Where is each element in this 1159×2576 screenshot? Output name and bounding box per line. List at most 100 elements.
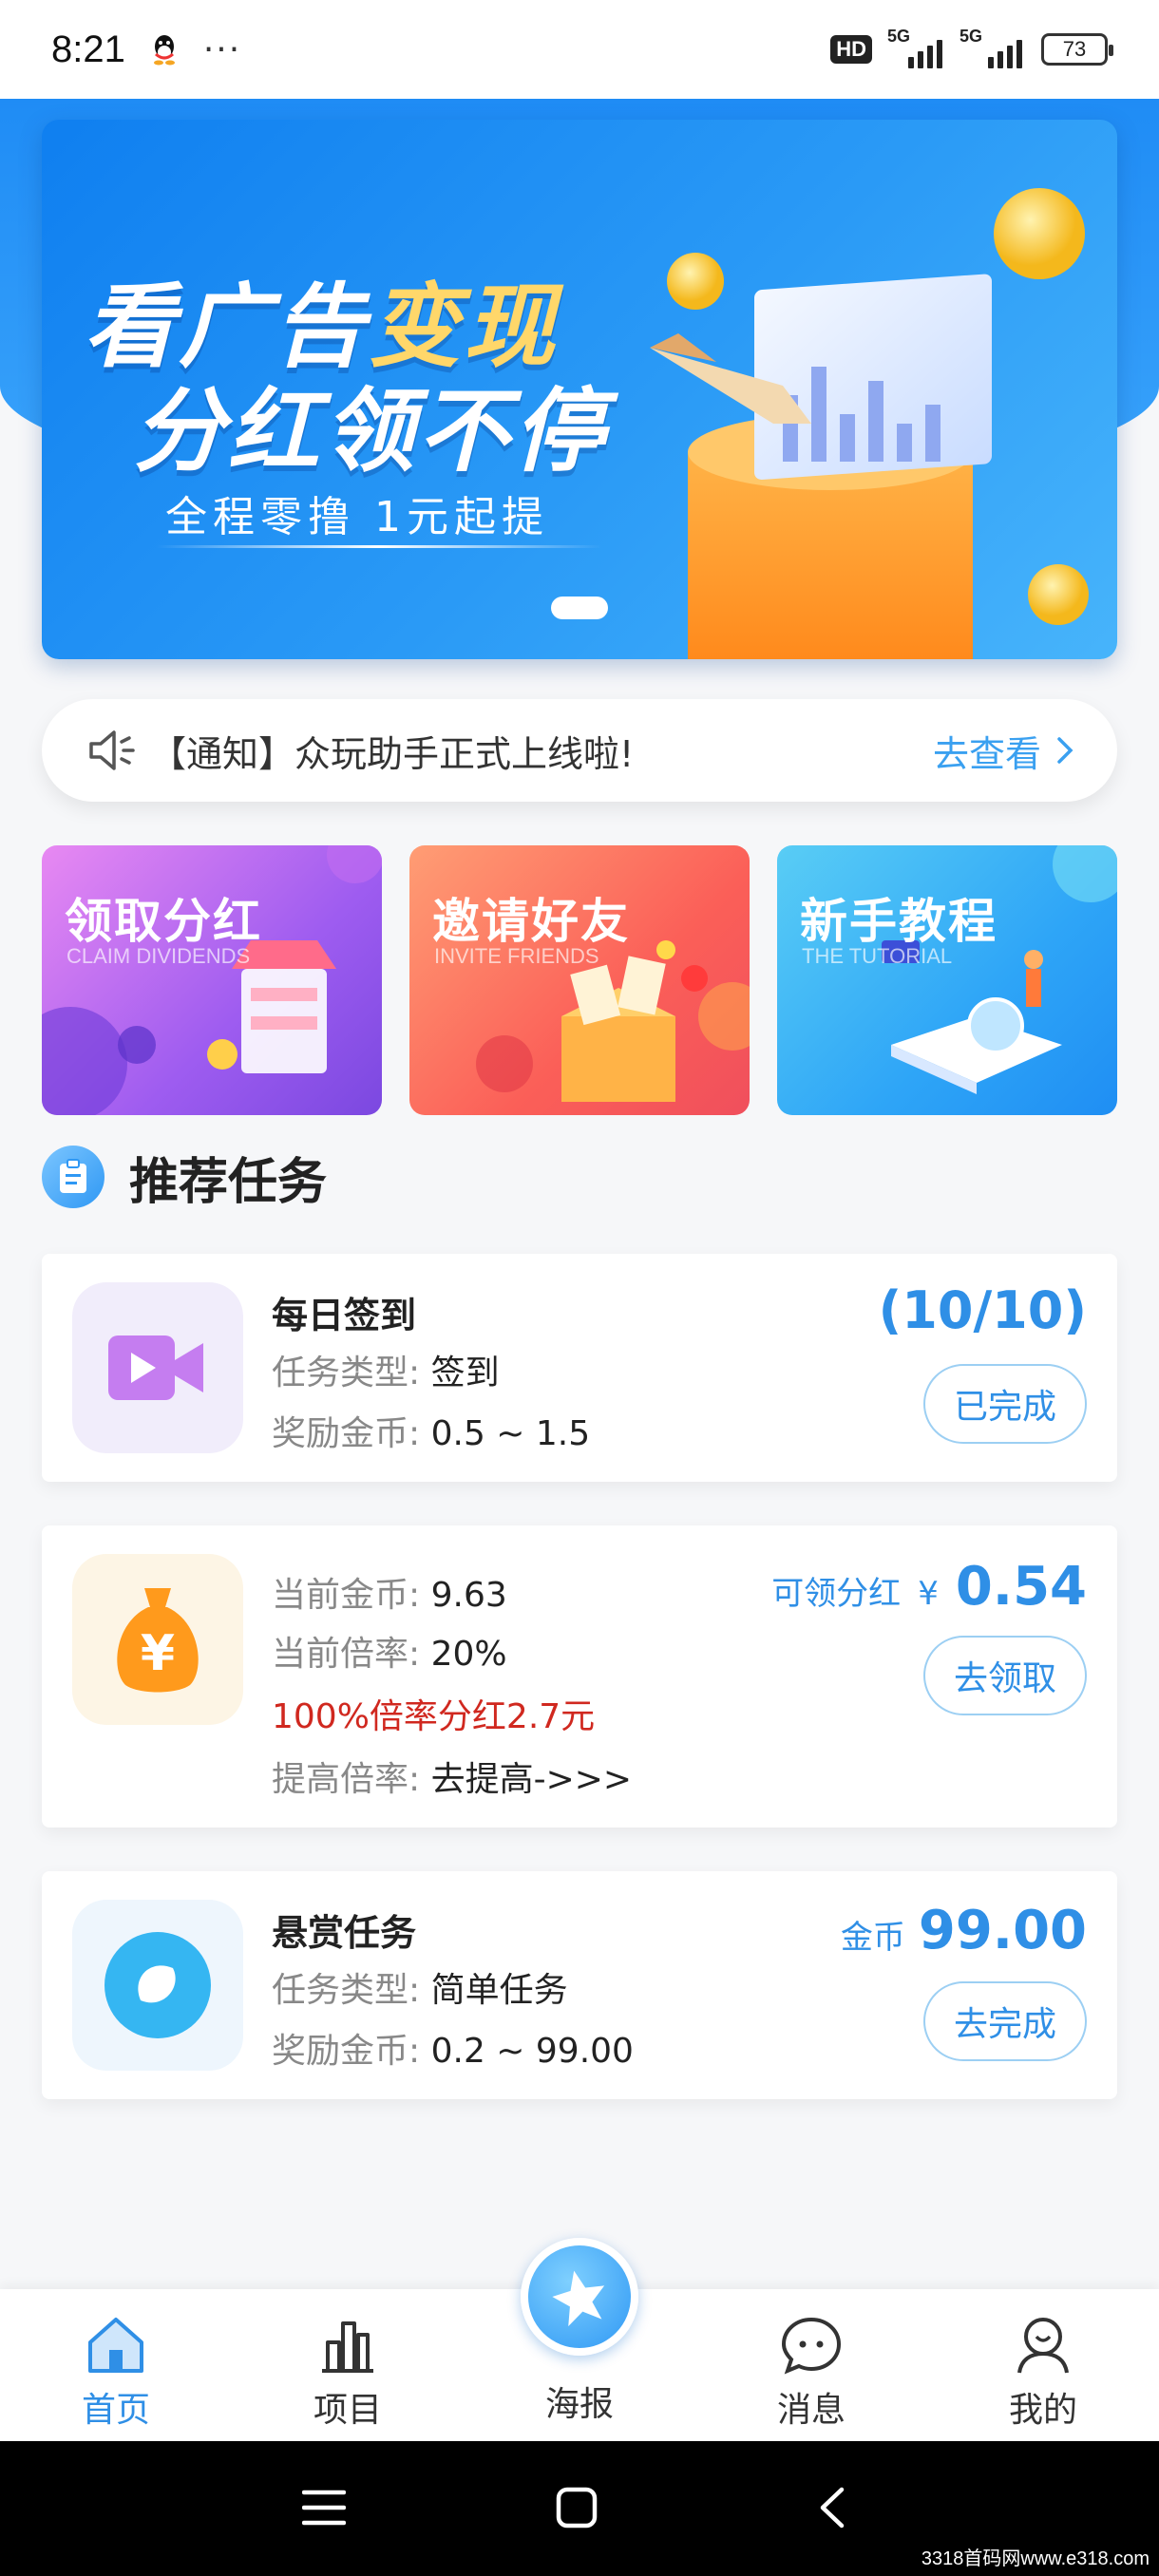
status-time: 8:21 (51, 28, 125, 70)
menu-button[interactable] (291, 2479, 357, 2536)
rate-value: 20% (430, 1635, 507, 1674)
rate-label: 当前倍率: (272, 1635, 421, 1674)
banner-pagination-dot[interactable] (551, 597, 608, 619)
boost-rate-row[interactable]: 提高倍率: 去提高->>> (272, 1752, 632, 1801)
coin-value: 99.00 (918, 1900, 1087, 1961)
banner-title-line2: 分红领不停 (133, 378, 608, 484)
nav-label: 首页 (81, 2391, 150, 2430)
feature-subtitle: INVITE FRIENDS (434, 944, 599, 968)
nav-label: 消息 (776, 2391, 846, 2430)
task-type-row: 任务类型: 签到 (272, 1345, 500, 1394)
status-bar: 8:21 ··· HD 5G 5G 73 (0, 0, 1159, 99)
task-type-label: 任务类型: (272, 1971, 421, 2010)
feature-title: 邀请好友 (432, 894, 630, 949)
rocket-chart-illustration (650, 188, 1089, 659)
currency-symbol: ¥ (918, 1575, 939, 1613)
boost-link[interactable]: 去提高->>> (431, 1760, 632, 1799)
menu-icon (302, 2490, 346, 2526)
claimable-dividend: 可领分红 ¥ 0.54 (771, 1556, 1087, 1618)
task-type-value: 简单任务 (430, 1971, 568, 2010)
target-icon (72, 1900, 243, 2071)
section-title: 推荐任务 (129, 1153, 328, 1211)
money-bag-icon: ¥ (72, 1554, 243, 1725)
nav-messages[interactable]: 消息 (735, 2289, 887, 2441)
task-reward-label: 奖励金币: (272, 1414, 421, 1453)
nav-poster-label: 海报 (544, 2385, 614, 2424)
home-icon (88, 2318, 143, 2373)
status-icons: HD 5G 5G 73 (830, 27, 1113, 68)
star-icon (552, 2270, 605, 2327)
network-label: 5G (887, 27, 911, 46)
daily-checkin-task: 每日签到 任务类型: 签到 奖励金币: 0.5 ~ 1.5 (10/10) 已完… (42, 1254, 1117, 1482)
nav-mine[interactable]: 我的 (967, 2289, 1119, 2441)
notice-bar[interactable]: 【通知】众玩助手正式上线啦! 去查看 (42, 699, 1117, 802)
back-arrow-icon (820, 2487, 845, 2529)
task-reward-value: 0.5 ~ 1.5 (430, 1414, 591, 1453)
building-icon (322, 2321, 373, 2373)
chat-bubble-icon (781, 2317, 842, 2375)
feature-subtitle: CLAIM DIVIDENDS (66, 944, 251, 968)
task-reward-value: 0.2 ~ 99.00 (430, 2032, 634, 2071)
promo-banner[interactable]: 看广告变现 分红领不停 全程零撸 1元起提 (42, 120, 1117, 659)
nav-home[interactable]: 首页 (40, 2289, 192, 2441)
complete-task-button[interactable]: 去完成 (923, 1981, 1087, 2061)
hd-badge: HD (830, 35, 872, 64)
claim-dividends-card[interactable]: 领取分红 CLAIM DIVIDENDS (42, 845, 382, 1115)
task-type-value: 签到 (430, 1354, 500, 1392)
dividend-promo-text: 100%倍率分红2.7元 (272, 1697, 596, 1736)
claim-button[interactable]: 去领取 (923, 1636, 1087, 1715)
bounty-coins: 金币 99.00 (841, 1900, 1087, 1961)
coins-value: 9.63 (430, 1576, 507, 1615)
tutorial-card[interactable]: 新手教程 THE TUTORIAL (777, 845, 1117, 1115)
battery-level: 73 (1062, 37, 1087, 61)
task-name: 每日签到 (272, 1295, 417, 1336)
feature-title: 新手教程 (800, 894, 998, 949)
checkin-progress: (10/10) (878, 1280, 1087, 1340)
battery-icon: 73 (1041, 33, 1113, 66)
user-icon (1017, 2318, 1069, 2374)
back-button[interactable] (798, 2479, 864, 2536)
feature-title: 领取分红 (65, 894, 262, 949)
signal-5g-icon: 5G (887, 27, 944, 68)
banner-subtitle: 全程零撸 1元起提 (165, 493, 549, 541)
task-reward-row: 奖励金币: 0.5 ~ 1.5 (272, 1406, 590, 1455)
nav-label: 项目 (313, 2391, 382, 2430)
speaker-icon (89, 730, 135, 770)
signal-5g-icon-2: 5G (960, 27, 1026, 68)
notice-text: 【通知】众玩助手正式上线啦! (150, 732, 635, 775)
nav-label: 我的 (1008, 2391, 1077, 2430)
task-reward-row: 奖励金币: 0.2 ~ 99.00 (272, 2023, 634, 2073)
notice-view-link[interactable]: 去查看 (933, 725, 1074, 777)
dividend-task: ¥ 当前金币: 9.63 当前倍率: 20% 100%倍率分红2.7元 提高倍率… (42, 1525, 1117, 1828)
notice-view-label: 去查看 (932, 732, 1041, 775)
claimable-value: 0.54 (955, 1556, 1087, 1618)
more-icon: ··· (202, 29, 242, 69)
coin-label: 金币 (840, 1919, 905, 1957)
invite-friends-card[interactable]: 邀请好友 INVITE FRIENDS (409, 845, 750, 1115)
current-coins-row: 当前金币: 9.63 (272, 1567, 507, 1617)
svg-text:¥: ¥ (141, 1625, 175, 1682)
square-home-icon (556, 2487, 598, 2529)
video-icon (72, 1282, 243, 1453)
task-type-row: 任务类型: 简单任务 (272, 1962, 568, 2012)
boost-label: 提高倍率: (272, 1760, 421, 1799)
task-reward-label: 奖励金币: (272, 2032, 421, 2071)
watermark: 3318首码网www.e318.com (915, 2541, 1155, 2572)
coins-label: 当前金币: (272, 1576, 421, 1615)
qq-icon (153, 35, 175, 66)
clipboard-icon (42, 1146, 104, 1208)
nav-projects[interactable]: 项目 (272, 2289, 424, 2441)
banner-divider (156, 545, 602, 548)
system-navigation-bar: 3318首码网www.e318.com (0, 2441, 1159, 2576)
nav-poster-button[interactable] (521, 2238, 638, 2356)
task-type-label: 任务类型: (272, 1354, 421, 1392)
bounty-task: 悬赏任务 任务类型: 简单任务 奖励金币: 0.2 ~ 99.00 金币 99.… (42, 1871, 1117, 2099)
current-rate-row: 当前倍率: 20% (272, 1626, 507, 1676)
home-system-button[interactable] (543, 2479, 610, 2536)
task-name: 悬赏任务 (272, 1912, 417, 1954)
completed-button[interactable]: 已完成 (923, 1364, 1087, 1444)
network-label-2: 5G (960, 27, 983, 46)
chevron-right-icon (1057, 737, 1074, 764)
feature-subtitle: THE TUTORIAL (802, 944, 953, 968)
recommended-tasks-header: 推荐任务 (42, 1144, 328, 1211)
